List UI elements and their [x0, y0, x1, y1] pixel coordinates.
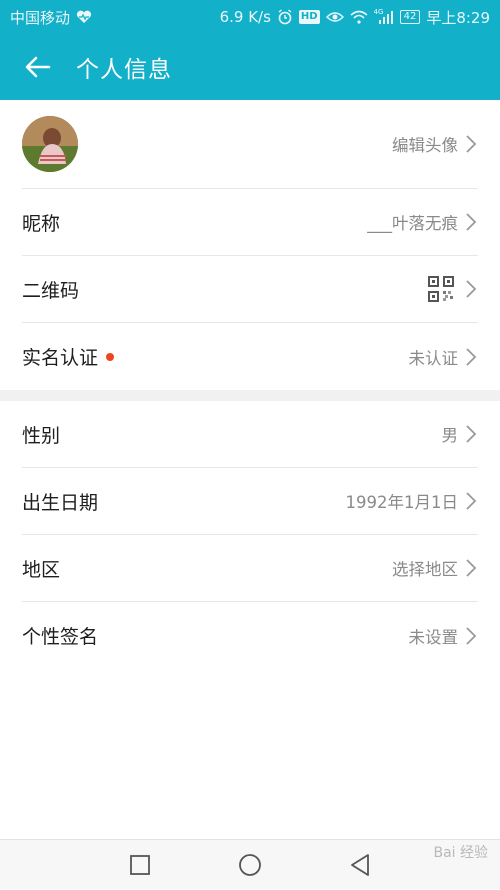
network-speed: 6.9 K/s — [219, 8, 271, 26]
chevron-right-icon — [464, 278, 478, 300]
carrier-label: 中国移动 — [10, 8, 71, 27]
gender-value: 男 — [441, 426, 459, 445]
status-bar: 中国移动 6.9 K/s HD 4G 42 早上8:29 — [0, 0, 500, 34]
home-button[interactable] — [195, 840, 305, 890]
chevron-right-icon — [464, 423, 478, 445]
nickname-value: ___叶落无痕 — [367, 214, 458, 233]
nickname-row[interactable]: 昵称 ___叶落无痕 — [22, 189, 478, 256]
real-name-label: 实名认证 — [22, 343, 115, 370]
signal-icon: 4G — [373, 8, 394, 24]
avatar — [22, 116, 78, 172]
chevron-right-icon — [464, 625, 478, 647]
arrow-left-icon — [25, 56, 51, 78]
page-title: 个人信息 — [76, 57, 172, 83]
system-nav-bar — [0, 839, 500, 889]
chevron-right-icon — [464, 490, 478, 512]
gender-label: 性别 — [22, 424, 61, 447]
app-bar: 个人信息 — [0, 34, 500, 100]
qrcode-value-group — [428, 276, 478, 302]
gender-row[interactable]: 性别 男 — [22, 401, 478, 468]
birthday-value: 1992年1月1日 — [345, 493, 459, 512]
battery-icon: 42 — [399, 10, 421, 24]
birthday-row[interactable]: 出生日期 1992年1月1日 — [22, 468, 478, 535]
region-value-group: 选择地区 — [392, 556, 478, 580]
edit-avatar-label: 编辑头像 — [392, 136, 458, 155]
back-nav-button[interactable] — [305, 840, 415, 890]
birthday-value-group: 1992年1月1日 — [346, 489, 479, 513]
details-section: 性别 男 出生日期 1992年1月1日 地区 选择地区 个性签名 未设置 — [0, 401, 500, 669]
qr-code-icon — [428, 276, 454, 302]
eye-icon — [325, 10, 344, 24]
gender-value-group: 男 — [442, 422, 479, 446]
avatar-row[interactable]: 编辑头像 — [22, 100, 478, 189]
profile-section: 编辑头像 昵称 ___叶落无痕 二维码 实名认证 未认证 — [0, 100, 500, 390]
clock: 早上8:29 — [426, 8, 490, 27]
watermark: Bai 经验 — [433, 845, 488, 861]
battery-level: 42 — [403, 11, 417, 22]
recents-square-icon — [130, 854, 150, 875]
nickname-value-group: ___叶落无痕 — [367, 210, 478, 234]
recents-button[interactable] — [85, 840, 195, 890]
signature-value-group: 未设置 — [409, 624, 479, 648]
real-name-text: 实名认证 — [22, 347, 99, 369]
hd-label: HD — [300, 11, 318, 22]
home-circle-icon — [239, 853, 261, 876]
chevron-right-icon — [464, 346, 478, 368]
qrcode-row[interactable]: 二维码 — [22, 256, 478, 323]
heart-icon — [76, 10, 92, 24]
nickname-label: 昵称 — [22, 212, 61, 235]
status-left: 中国移动 — [10, 7, 92, 28]
signature-label: 个性签名 — [22, 626, 99, 648]
unverified-badge — [106, 352, 115, 361]
hd-icon: HD — [298, 10, 320, 24]
chevron-right-icon — [464, 211, 478, 233]
avatar-action: 编辑头像 — [392, 132, 478, 156]
chevron-right-icon — [464, 557, 478, 579]
region-label: 地区 — [22, 558, 61, 581]
alarm-icon — [277, 9, 293, 25]
region-row[interactable]: 地区 选择地区 — [22, 535, 478, 602]
signal-tag: 4G — [373, 8, 384, 16]
signature-row[interactable]: 个性签名 未设置 — [22, 602, 478, 669]
back-triangle-icon — [351, 853, 369, 876]
section-divider — [0, 390, 500, 401]
birthday-label: 出生日期 — [22, 491, 99, 514]
wifi-icon — [350, 10, 368, 24]
chevron-right-icon — [464, 133, 478, 155]
region-value: 选择地区 — [392, 560, 458, 579]
status-right: 6.9 K/s HD 4G 42 早上8:29 — [220, 7, 490, 28]
back-button[interactable] — [0, 34, 76, 100]
real-name-row[interactable]: 实名认证 未认证 — [22, 323, 478, 390]
real-name-value: 未认证 — [408, 348, 459, 368]
qrcode-label: 二维码 — [22, 279, 80, 302]
real-name-value-group: 未认证 — [409, 345, 479, 369]
signature-value: 未设置 — [408, 627, 459, 647]
